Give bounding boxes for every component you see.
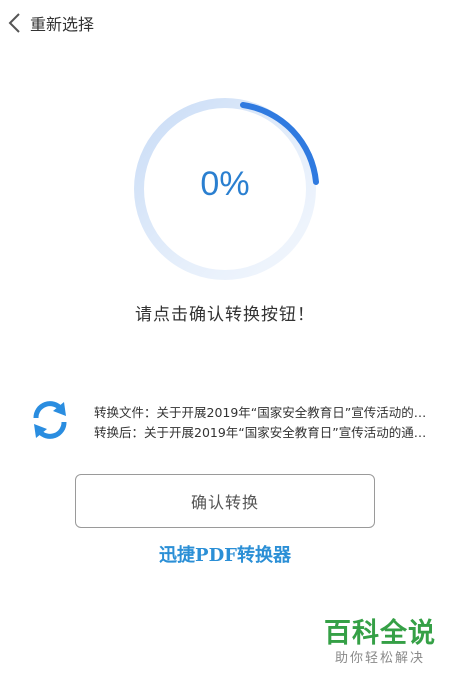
chevron-left-icon <box>8 13 20 33</box>
confirm-convert-label: 确认转换 <box>190 493 259 512</box>
back-label: 重新选择 <box>30 15 95 34</box>
progress-percent: 0% <box>200 165 250 203</box>
watermark-subtitle: 助你轻松解决 <box>334 651 425 666</box>
brand-label: 迅捷PDF转换器 <box>159 545 291 566</box>
watermark-title: 百科全说 <box>324 618 436 649</box>
target-file-line: 转换后：关于开展2019年“国家安全教育日”宣传活动的通知.docx <box>94 425 428 440</box>
confirm-prompt: 请点击确认转换按钮！ <box>135 305 315 325</box>
sync-icon <box>33 401 67 439</box>
top-bar: 重新选择 <box>0 0 450 46</box>
confirm-convert-button[interactable]: 确认转换 <box>75 474 375 528</box>
back-button[interactable]: 重新选择 <box>6 8 94 38</box>
file-info: 转换文件：关于开展2019年“国家安全教育日”宣传活动的通知 转换后：关于开展2… <box>28 398 428 442</box>
watermark: 百科全说 助你轻松解决 <box>320 618 440 668</box>
source-file-line: 转换文件：关于开展2019年“国家安全教育日”宣传活动的通知 <box>94 405 428 420</box>
